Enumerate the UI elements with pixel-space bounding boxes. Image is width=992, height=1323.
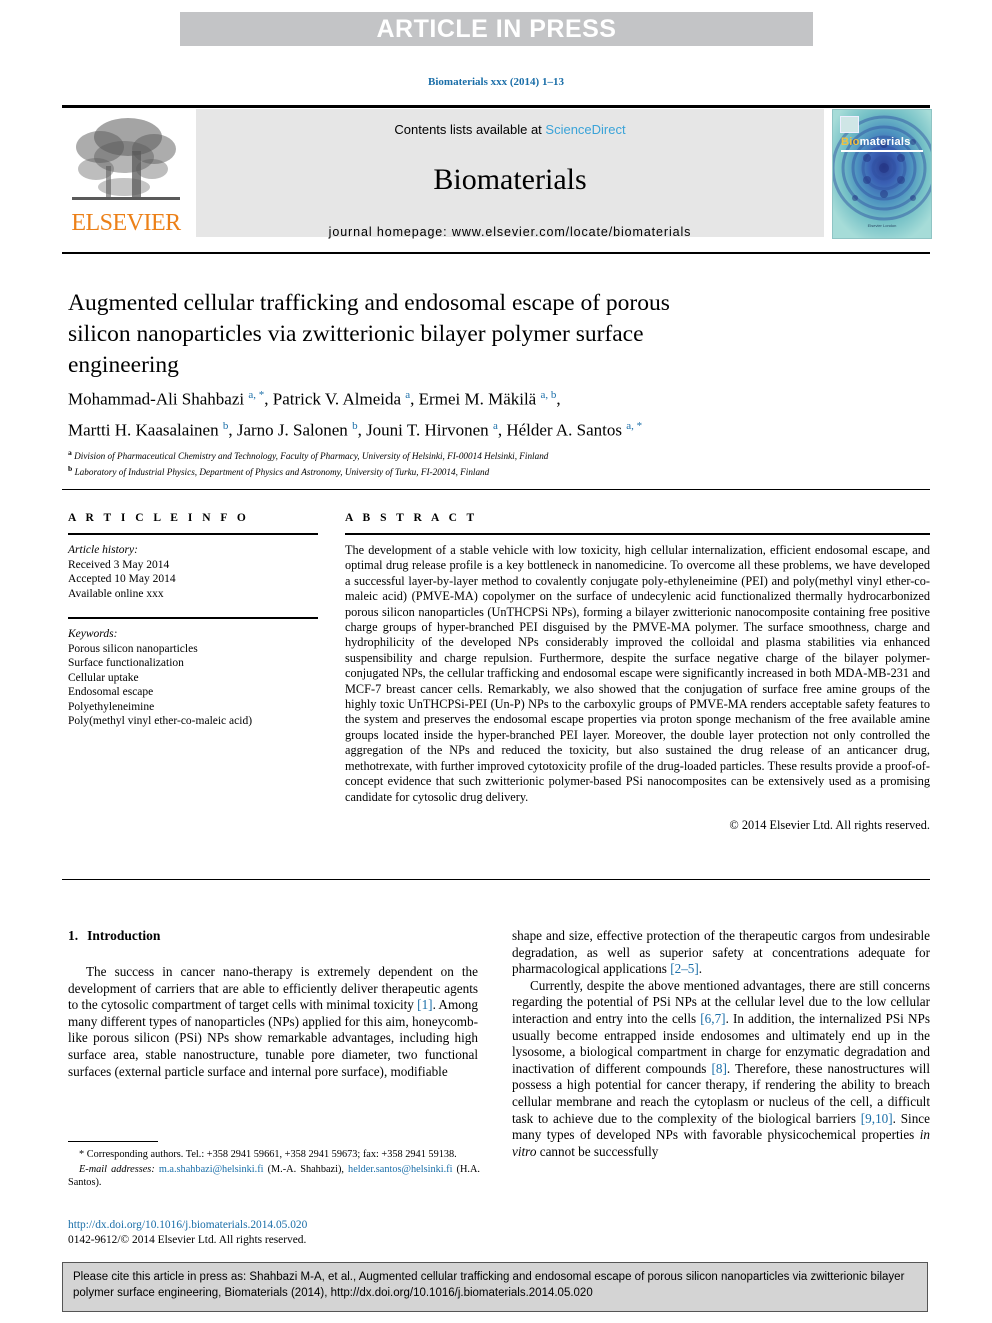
article-info-column: A R T I C L E I N F O Article history: R…: [68, 512, 318, 729]
cite-this-article-text: Please cite this article in press as: Sh…: [73, 1271, 905, 1299]
cover-title-bio: Bio: [841, 136, 860, 148]
citation-ref-1[interactable]: [1]: [417, 997, 432, 1012]
body-column-right: shape and size, effective protection of …: [512, 928, 930, 1160]
keywords-label: Keywords:: [68, 628, 118, 640]
cover-footer-text: Elsevier London: [867, 223, 897, 228]
section-heading-introduction: 1. Introduction: [68, 928, 478, 944]
journal-cover-thumbnail: Biomaterials Elsevier London: [832, 109, 932, 239]
section-title: Introduction: [87, 928, 161, 943]
citation-ref-2-5[interactable]: [2–5]: [670, 961, 699, 976]
history-received: Received 3 May 2014: [68, 558, 170, 571]
corresponding-author-note: * Corresponding authors. Tel.: +358 2941…: [79, 1149, 457, 1160]
author-sep-5: , Jouni T. Hirvonen: [357, 420, 493, 440]
abstract-bottom-rule: [62, 879, 930, 880]
citation-ref-8[interactable]: [8]: [711, 1061, 726, 1076]
article-info-heading: A R T I C L E I N F O: [68, 512, 250, 524]
citation-ref-6-7[interactable]: [6,7]: [700, 1011, 725, 1026]
keyword-item: Cellular uptake: [68, 671, 139, 684]
email-label: E-mail addresses:: [79, 1164, 155, 1175]
author-sep-1: , Patrick V. Almeida: [264, 389, 406, 409]
affiliations: a Division of Pharmaceutical Chemistry a…: [68, 447, 868, 478]
contents-prefix: Contents lists available at: [394, 122, 546, 137]
author-sep-2: , Ermei M. Mäkilä: [410, 389, 541, 409]
intro-cont-text-b: .: [698, 961, 703, 977]
cite-this-article-box: Please cite this article in press as: Sh…: [62, 1262, 928, 1312]
keyword-item: Surface functionalization: [68, 657, 184, 669]
author-sep-4: , Jarno J. Salonen: [228, 420, 353, 440]
page-title: Augmented cellular trafficking and endos…: [68, 290, 670, 378]
keyword-item: Poly(methyl vinyl ether-co-maleic acid): [68, 715, 253, 727]
abstract-column: A B S T R A C T The development of a sta…: [345, 512, 930, 833]
author-sep-6: , Hélder A. Santos: [497, 420, 627, 440]
keyword-item: Endosomal escape: [68, 686, 154, 698]
doi-block: http://dx.doi.org/10.1016/j.biomaterials…: [68, 1218, 480, 1247]
elsevier-tree-icon: [72, 118, 180, 200]
footnotes-block: * Corresponding authors. Tel.: +358 2941…: [68, 1148, 480, 1189]
affiliation-a: a Division of Pharmaceutical Chemistry a…: [68, 447, 868, 463]
author-1: Mohammad-Ali Shahbazi: [68, 389, 249, 409]
history-accepted: Accepted 10 May 2014: [68, 573, 176, 585]
article-history-label: Article history:: [68, 544, 138, 556]
cover-title-materials: materials: [859, 136, 911, 148]
abstract-rule: [345, 533, 930, 535]
body-column-left: 1. Introduction The success in cancer nan…: [68, 928, 478, 1080]
article-in-press-label: ARTICLE IN PRESS: [376, 14, 617, 43]
article-info-rule-2: [68, 617, 318, 619]
author-list: Mohammad-Ali Shahbazi a, *, Patrick V. A…: [68, 382, 858, 443]
author-3-affil-marker[interactable]: a, b: [540, 389, 556, 401]
keyword-item: Porous silicon nanoparticles: [68, 642, 198, 655]
keyword-item: Polyethyleneimine: [68, 700, 155, 713]
abstract-heading: A B S T R A C T: [345, 512, 478, 524]
intro-p2-text-e: cannot be successfully: [536, 1143, 659, 1159]
elsevier-logo: ELSEVIER: [62, 109, 190, 237]
cover-publisher-badge: [840, 116, 859, 133]
affiliation-b-text: Laboratory of Industrial Physics, Depart…: [72, 466, 490, 477]
cover-title: Biomaterials: [841, 136, 911, 148]
email-link-santos[interactable]: helder.santos@helsinki.fi: [348, 1164, 452, 1175]
elsevier-wordmark: ELSEVIER: [71, 210, 181, 236]
intro-cont-text-a: shape and size, effective protection of …: [512, 928, 930, 977]
intro-paragraph-1: The success in cancer nano-therapy is ex…: [68, 964, 478, 1080]
footnote-separator-rule: [68, 1141, 158, 1142]
article-history-block: Article history: Received 3 May 2014 Acc…: [68, 543, 318, 601]
running-head: Biomaterials xxx (2014) 1–13: [428, 76, 564, 88]
citation-ref-9-10[interactable]: [9,10]: [861, 1111, 893, 1126]
section-number: 1.: [68, 928, 79, 943]
email-link-shahbazi[interactable]: m.a.shahbazi@helsinki.fi: [159, 1164, 264, 1175]
masthead-center-box: Contents lists available at ScienceDirec…: [196, 109, 824, 239]
affiliation-b: b Laboratory of Industrial Physics, Depa…: [68, 463, 868, 479]
article-info-rule-1: [68, 533, 318, 535]
article-in-press-banner: ARTICLE IN PRESS: [180, 12, 813, 46]
journal-masthead: ELSEVIER Contents lists available at Sci…: [62, 105, 932, 239]
author-1-affil-marker[interactable]: a, *: [248, 389, 264, 401]
intro-paragraph-2: Currently, despite the above mentioned a…: [512, 978, 930, 1161]
abstract-text: The development of a stable vehicle with…: [345, 543, 930, 804]
contents-available-line: Contents lists available at ScienceDirec…: [196, 122, 824, 137]
abstract-copyright: © 2014 Elsevier Ltd. All rights reserved…: [729, 817, 930, 832]
author-sep-3: ,: [556, 389, 561, 409]
issn-copyright-line: 0142-9612/© 2014 Elsevier Ltd. All right…: [68, 1233, 307, 1246]
affiliation-a-text: Division of Pharmaceutical Chemistry and…: [71, 451, 549, 462]
doi-link[interactable]: http://dx.doi.org/10.1016/j.biomaterials…: [68, 1218, 480, 1233]
email-owner-1: (M.-A. Shahbazi),: [263, 1164, 349, 1175]
author-7-affil-marker[interactable]: a, *: [626, 420, 642, 432]
title-separator-rule: [62, 252, 930, 254]
masthead-top-rule: [62, 105, 930, 108]
cover-title-underline: [841, 150, 923, 152]
abstract-top-rule: [62, 489, 930, 490]
journal-homepage[interactable]: journal homepage: www.elsevier.com/locat…: [196, 225, 824, 239]
intro-paragraph-1-continued: shape and size, effective protection of …: [512, 928, 930, 978]
history-online: Available online xxx: [68, 587, 164, 600]
email-addresses-note: E-mail addresses: m.a.shahbazi@helsinki.…: [68, 1163, 480, 1189]
author-4: Martti H. Kaasalainen: [68, 420, 223, 440]
journal-title: Biomaterials: [433, 163, 587, 196]
keywords-block: Keywords: Porous silicon nanoparticles S…: [68, 627, 318, 729]
sciencedirect-link[interactable]: ScienceDirect: [545, 122, 625, 137]
